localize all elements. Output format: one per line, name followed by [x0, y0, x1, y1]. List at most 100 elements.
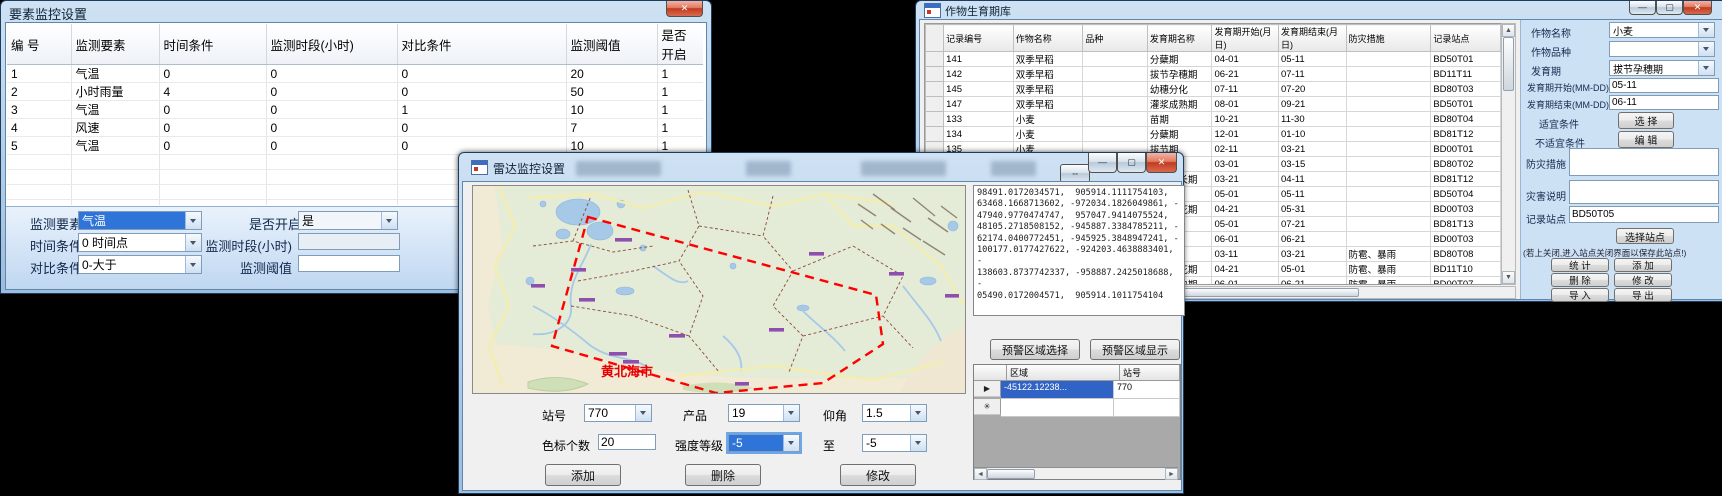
scroll-down-icon[interactable]: ▼ — [1502, 271, 1515, 284]
scroll-left-icon[interactable]: ◄ — [974, 468, 987, 480]
to-combo[interactable]: -5 — [862, 434, 927, 452]
column-header[interactable]: 编 号 — [7, 24, 71, 65]
table-cell: 7 — [566, 119, 657, 137]
chevron-down-icon[interactable] — [1698, 42, 1714, 56]
warning-area-select-button[interactable]: 预警区域选择 — [990, 339, 1080, 360]
chevron-down-icon[interactable] — [635, 405, 651, 421]
chevron-down-icon[interactable] — [381, 212, 397, 229]
threshold-input[interactable] — [298, 255, 400, 272]
crop-variety-combo[interactable] — [1609, 41, 1715, 57]
scroll-right-icon[interactable]: ► — [1165, 468, 1178, 480]
table-cell: 防雹、暴雨 — [1346, 277, 1431, 286]
column-header[interactable]: 监测阈值 — [566, 24, 657, 65]
delete-button[interactable]: 删除 — [685, 464, 761, 486]
column-header[interactable]: 发育期结束(月日) — [1279, 25, 1347, 52]
close-icon[interactable]: ✕ — [1683, 1, 1712, 15]
time-label: 时间条件 — [30, 236, 82, 255]
compare-combo[interactable]: 0-大于 — [78, 255, 202, 274]
stage-combo[interactable]: 拔节孕穗期 — [1609, 60, 1715, 76]
column-header[interactable]: 品种 — [1083, 25, 1148, 52]
column-header[interactable]: 是否开启 — [657, 24, 703, 65]
chevron-down-icon[interactable] — [1698, 61, 1714, 75]
column-header[interactable]: 监测时段(小时) — [266, 24, 397, 65]
table-cell: 07-20 — [1279, 82, 1347, 97]
table-row[interactable]: 147双季早稻灌浆成熟期08-0109-21BD50T01 — [926, 97, 1501, 112]
column-header[interactable]: 记录编号 — [944, 25, 1014, 52]
grid-cell-station[interactable]: 770 — [1114, 381, 1180, 399]
minimize-icon[interactable]: — — [1088, 153, 1117, 173]
panel-button[interactable]: 修 改 — [1614, 273, 1672, 287]
chevron-down-icon[interactable] — [910, 435, 926, 451]
crop-name-combo[interactable]: 小麦 — [1609, 22, 1715, 38]
chevron-down-icon[interactable] — [910, 405, 926, 421]
grid-row-selected[interactable]: ▶ -45122.12238... 770 — [974, 381, 1180, 399]
note-textarea[interactable] — [1569, 180, 1719, 204]
chevron-down-icon[interactable] — [783, 405, 799, 421]
maximize-icon[interactable]: ▢ — [1656, 1, 1683, 15]
prevention-textarea[interactable] — [1569, 148, 1719, 176]
table-row[interactable]: 4风速00071 — [7, 119, 703, 137]
vertical-scrollbar[interactable]: ▲ ▼ — [1501, 23, 1516, 285]
intensity-combo[interactable]: -5 — [728, 434, 800, 452]
time-combo[interactable]: 0 时间点 — [78, 233, 202, 252]
select-station-button[interactable]: 选择站点 — [1616, 228, 1674, 244]
panel-button[interactable]: 导 出 — [1614, 288, 1672, 302]
table-row[interactable]: 2小时雨量400501 — [7, 83, 703, 101]
element-combo[interactable]: 气温 — [78, 211, 202, 230]
column-header[interactable]: 防灾措施 — [1346, 25, 1431, 52]
enabled-combo[interactable]: 是 — [298, 211, 398, 230]
minimize-icon[interactable]: — — [1629, 1, 1656, 15]
grid-row-new[interactable]: ✳ — [974, 399, 1180, 417]
column-header[interactable]: 作物名称 — [1013, 25, 1083, 52]
station-combo[interactable]: 770 — [584, 404, 652, 422]
table-cell — [71, 170, 159, 185]
panel-button[interactable]: 导 入 — [1551, 288, 1609, 302]
warning-area-show-button[interactable]: 预警区域显示 — [1090, 339, 1180, 360]
stage-start-input[interactable]: 05-11 — [1609, 78, 1719, 93]
table-row[interactable]: 1气温000201 — [7, 65, 703, 83]
chevron-down-icon[interactable] — [185, 212, 201, 229]
record-station-input[interactable]: BD50T05 — [1569, 206, 1719, 223]
titlebar[interactable]: 作物生育期库 — ▢ ✕ — [916, 1, 1722, 19]
scroll-up-icon[interactable]: ▲ — [1502, 24, 1515, 37]
grid-cell-area[interactable]: -45122.12238... — [1001, 381, 1114, 399]
to-label: 至 — [823, 437, 835, 454]
stage-end-input[interactable]: 06-11 — [1609, 95, 1719, 110]
unsuitable-select-button[interactable]: 编 辑 — [1618, 131, 1674, 148]
modify-button[interactable]: 修改 — [840, 464, 916, 486]
colorbar-input[interactable]: 20 — [598, 434, 656, 450]
table-row[interactable]: 134小麦分蘖期12-0101-10BD81T12 — [926, 127, 1501, 142]
column-header[interactable]: 对比条件 — [397, 24, 566, 65]
maximize-icon[interactable]: ▢ — [1117, 153, 1146, 173]
grid-horizontal-scrollbar[interactable]: ◄ ► — [974, 467, 1178, 479]
stage-label: 发育期 — [1531, 63, 1561, 78]
close-icon[interactable]: ✕ — [1146, 153, 1177, 173]
titlebar[interactable]: 要素监控设置 ✕ — [1, 1, 711, 22]
suitable-select-button[interactable]: 选 择 — [1618, 112, 1674, 129]
table-row[interactable]: 133小麦苗期10-2111-30BD80T04 — [926, 112, 1501, 127]
chevron-down-icon[interactable] — [783, 435, 799, 451]
table-row[interactable]: 141双季早稻分蘖期04-0105-11BD50T01 — [926, 52, 1501, 67]
table-row[interactable]: 142双季早稻拔节孕穗期06-2107-11BD11T11 — [926, 67, 1501, 82]
period-input[interactable] — [298, 233, 400, 250]
product-combo[interactable]: 19 — [728, 404, 800, 422]
column-header[interactable]: 记录站点 — [1431, 25, 1501, 52]
elevation-combo[interactable]: 1.5 — [862, 404, 927, 422]
close-icon[interactable]: ✕ — [666, 1, 703, 17]
panel-button[interactable]: 删 除 — [1551, 273, 1609, 287]
map-view[interactable]: 黄北海市 — [472, 185, 966, 394]
column-header[interactable]: 时间条件 — [159, 24, 266, 65]
table-row[interactable]: 3气温001101 — [7, 101, 703, 119]
add-button[interactable]: 添加 — [545, 464, 621, 486]
table-row[interactable]: 145双季早稻幼穗分化07-1107-20BD80T03 — [926, 82, 1501, 97]
column-header[interactable]: 发育期名称 — [1147, 25, 1212, 52]
row-header — [926, 52, 944, 67]
chevron-down-icon[interactable] — [1698, 23, 1714, 37]
panel-button[interactable]: 统 计 — [1551, 258, 1609, 272]
titlebar[interactable]: 雷达监控设置 ⇔ — ▢ ✕ — [459, 153, 1183, 181]
column-header[interactable]: 发育期开始(月日) — [1212, 25, 1279, 52]
warning-area-grid[interactable]: 区域 站号 ▶ -45122.12238... 770 ✳ ◄ ► — [973, 364, 1181, 480]
coordinates-textarea[interactable]: 98491.0172034571, 905914.1111754103, 634… — [973, 185, 1185, 316]
panel-button[interactable]: 添 加 — [1614, 258, 1672, 272]
column-header[interactable]: 监测要素 — [71, 24, 159, 65]
